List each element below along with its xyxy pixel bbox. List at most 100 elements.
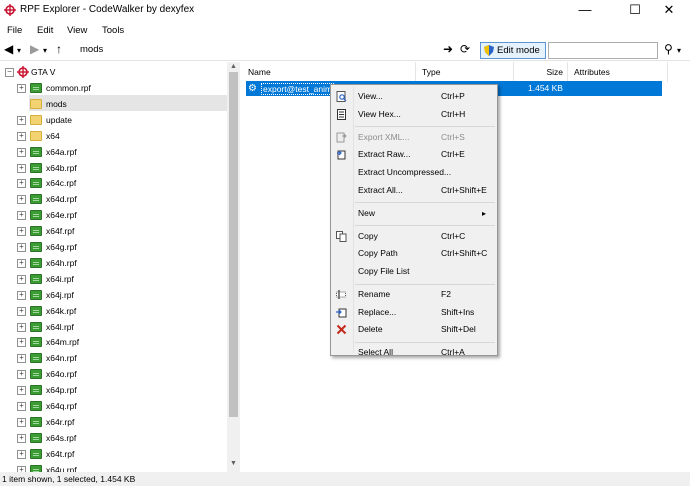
expand-icon[interactable]: + xyxy=(17,84,26,93)
replace-icon xyxy=(336,308,347,318)
edit-mode-label: Edit mode xyxy=(497,45,540,56)
tree-item-label: x64u.rpf xyxy=(46,464,77,472)
expand-icon[interactable]: + xyxy=(17,195,26,205)
menu-item-replace[interactable]: Replace... Shift+Ins xyxy=(333,304,495,321)
expand-icon[interactable]: + xyxy=(17,243,26,252)
app-icon xyxy=(4,4,16,16)
rpf-archive-icon xyxy=(30,257,42,268)
view-icon xyxy=(336,91,347,102)
search-dropdown-icon[interactable]: ▾ xyxy=(677,44,681,58)
column-header-attributes[interactable]: Attributes xyxy=(568,62,668,82)
expand-icon[interactable]: + xyxy=(17,179,26,189)
expand-icon[interactable]: + xyxy=(17,290,26,300)
expand-icon[interactable]: + xyxy=(17,227,26,237)
tree-item-label: x64s.rpf xyxy=(46,432,77,443)
forward-dropdown-icon[interactable]: ▾ xyxy=(43,44,47,58)
tree-item-label: x64l.rpf xyxy=(46,321,74,332)
forward-icon[interactable]: ▶ xyxy=(30,42,39,56)
menu-item-export-xml[interactable]: Export XML... Ctrl+S xyxy=(333,129,495,146)
menu-item-rename[interactable]: Rename F2 xyxy=(333,286,495,303)
menu-item-select-all[interactable]: Select All Ctrl+A xyxy=(333,344,495,361)
expand-icon[interactable]: + xyxy=(17,433,26,443)
export-xml-icon xyxy=(336,132,347,143)
menu-item-delete[interactable]: Delete Shift+Del xyxy=(333,321,495,338)
tree-item-label: x64a.rpf xyxy=(46,146,77,157)
back-icon[interactable]: ◀ xyxy=(4,42,13,56)
expand-icon[interactable]: + xyxy=(17,274,26,284)
edit-mode-button[interactable]: Edit mode xyxy=(480,42,546,59)
expand-icon[interactable]: + xyxy=(17,147,26,157)
scroll-down-icon[interactable]: ▼ xyxy=(230,460,237,467)
expand-icon[interactable]: + xyxy=(17,417,26,427)
menu-item-label: Extract Uncompressed... xyxy=(358,166,452,177)
path-field[interactable]: mods xyxy=(78,42,438,58)
expand-icon[interactable]: + xyxy=(17,370,26,380)
menu-item-copy-path[interactable]: Copy Path Ctrl+Shift+C xyxy=(333,245,495,262)
menu-item-label: Extract Raw... xyxy=(358,149,411,160)
rpf-archive-icon xyxy=(30,162,42,173)
column-header-name[interactable]: Name xyxy=(242,62,416,82)
folder-icon xyxy=(30,98,42,109)
expand-icon[interactable]: + xyxy=(17,322,26,332)
menu-item-view-hex[interactable]: View Hex... Ctrl+H xyxy=(333,106,495,123)
menu-item-shortcut: Ctrl+Shift+C xyxy=(441,248,488,259)
folder-tree: − GTA V + common.rpf mods + update + x64 + x64a.rp… xyxy=(0,62,240,472)
menu-tools[interactable]: Tools xyxy=(102,25,124,36)
tree-item-label: update xyxy=(46,114,72,125)
tree-item-label: x64p.rpf xyxy=(46,385,77,396)
tree-item-label: x64f.rpf xyxy=(46,226,75,237)
menu-view[interactable]: View xyxy=(67,25,87,36)
submenu-arrow-icon: ▸ xyxy=(482,208,487,218)
tree-item-label: x64j.rpf xyxy=(46,289,74,300)
menu-item-label: Extract All... xyxy=(358,184,403,195)
expand-icon[interactable]: + xyxy=(17,306,26,316)
menu-file[interactable]: File xyxy=(7,25,22,36)
expand-icon[interactable]: + xyxy=(17,402,26,411)
menu-item-view[interactable]: View... Ctrl+P xyxy=(333,88,495,105)
menu-separator xyxy=(355,225,495,227)
tree-root-label: GTA V xyxy=(31,67,56,77)
up-icon[interactable]: ↑ xyxy=(56,42,62,56)
menu-item-shortcut: Ctrl+E xyxy=(441,149,465,160)
expand-icon[interactable]: + xyxy=(17,131,26,141)
expand-icon[interactable]: + xyxy=(17,338,26,348)
expand-icon[interactable]: + xyxy=(17,449,26,459)
shield-icon xyxy=(484,45,494,56)
back-dropdown-icon[interactable]: ▾ xyxy=(17,44,21,58)
expand-icon[interactable]: + xyxy=(17,115,26,125)
menu-item-extract-uncompressed[interactable]: Extract Uncompressed... xyxy=(333,164,495,181)
expand-icon[interactable]: + xyxy=(17,354,26,364)
rpf-archive-icon xyxy=(30,448,42,459)
collapse-icon[interactable]: − xyxy=(5,68,14,77)
menu-item-shortcut: Ctrl+Shift+E xyxy=(441,184,487,195)
tree-scroll-thumb[interactable] xyxy=(229,72,238,417)
expand-icon[interactable]: + xyxy=(17,211,26,221)
column-header-type[interactable]: Type xyxy=(416,62,514,82)
menu-item-extract-raw[interactable]: Extract Raw... Ctrl+E xyxy=(333,146,495,163)
expand-icon[interactable]: + xyxy=(17,258,26,268)
title-bar: RPF Explorer - CodeWalker by dexyfex — ☐… xyxy=(0,0,690,22)
menu-item-copy[interactable]: Copy Ctrl+C xyxy=(333,228,495,245)
menu-edit[interactable]: Edit xyxy=(37,25,53,36)
menu-item-new[interactable]: New ▸ xyxy=(333,205,495,222)
rpf-archive-icon xyxy=(30,210,42,221)
refresh-icon[interactable]: ⟳ xyxy=(460,42,470,56)
close-button[interactable]: ✕ xyxy=(648,0,690,22)
expand-icon[interactable]: + xyxy=(17,163,26,173)
menu-item-extract-all[interactable]: Extract All... Ctrl+Shift+E xyxy=(333,182,495,199)
menu-bar: File Edit View Tools xyxy=(0,22,690,40)
rpf-archive-icon xyxy=(30,416,42,427)
go-icon[interactable]: ➜ xyxy=(443,42,453,56)
rpf-archive-icon xyxy=(30,321,42,332)
column-header-size[interactable]: Size xyxy=(514,62,568,82)
tree-item-label: x64k.rpf xyxy=(46,305,77,316)
scroll-up-icon[interactable]: ▲ xyxy=(230,63,237,70)
expand-icon[interactable]: + xyxy=(17,386,26,396)
menu-item-label: Copy File List xyxy=(358,265,410,276)
menu-item-label: Replace... xyxy=(358,306,397,317)
minimize-button[interactable]: — xyxy=(564,0,606,22)
folder-icon xyxy=(30,114,42,125)
search-icon[interactable]: ⚲ xyxy=(664,42,673,56)
search-input[interactable] xyxy=(548,42,658,59)
menu-item-copy-file-list[interactable]: Copy File List xyxy=(333,263,495,280)
